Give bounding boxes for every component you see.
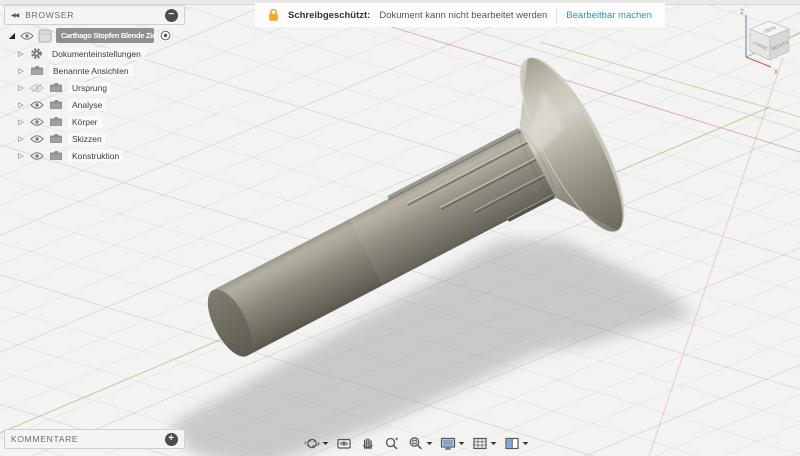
collapse-panel-icon[interactable]: ◀◀ — [11, 12, 19, 19]
look-at-button[interactable] — [334, 434, 355, 453]
x-grid-line — [648, 57, 784, 456]
comments-expand-button[interactable]: + — [165, 432, 178, 446]
expand-arrow-icon[interactable]: ▷ — [17, 50, 25, 58]
expand-arrow-icon[interactable]: ▷ — [17, 135, 25, 143]
readonly-warning-bar: Schreibgeschützt: Dokument kann nicht be… — [255, 3, 665, 27]
folder-icon — [50, 117, 62, 126]
dropdown-caret-icon[interactable] — [522, 442, 529, 445]
zoom-icon — [385, 437, 398, 450]
expand-arrow-icon[interactable]: ▷ — [17, 152, 25, 160]
warning-title: Schreibgeschützt: — [288, 9, 371, 21]
display-settings-button[interactable] — [438, 434, 467, 453]
viewcube-z-label: Z — [740, 10, 744, 16]
dropdown-caret-icon[interactable] — [458, 442, 465, 445]
browser-panel-title: BROWSER — [25, 10, 75, 20]
browser-item-dokumenteinstellungen[interactable]: ▷ Dokumenteinstellungen — [4, 45, 214, 62]
browser-item-root[interactable]: ◢ Carthago Stopfen Blende Zierk... — [4, 26, 214, 45]
folder-icon — [50, 83, 62, 92]
component-cube-icon — [38, 29, 52, 42]
viewports-icon — [505, 437, 519, 450]
eye-icon[interactable] — [30, 151, 44, 161]
warning-message: Dokument kann nicht bearbeitet werden — [379, 9, 548, 21]
viewcube-x-label: X — [774, 70, 778, 76]
grid-snaps-icon — [473, 437, 487, 450]
zoom-button[interactable] — [382, 434, 403, 453]
grid-snaps-button[interactable] — [470, 434, 499, 453]
eye-icon[interactable] — [20, 31, 34, 41]
expand-arrow-icon[interactable]: ▷ — [17, 84, 25, 92]
warning-divider — [556, 7, 558, 23]
viewports-button[interactable] — [502, 434, 531, 453]
browser-item-skizzen[interactable]: ▷ Skizzen — [4, 130, 214, 147]
navigation-toolbar — [302, 434, 531, 453]
expand-arrow-icon[interactable]: ▷ — [17, 118, 25, 126]
look-at-icon — [337, 438, 351, 449]
display-settings-icon — [440, 437, 456, 450]
browser-item-konstruktion[interactable]: ▷ Konstruktion — [4, 147, 214, 164]
dropdown-caret-icon[interactable] — [426, 442, 433, 445]
folder-icon — [50, 151, 62, 160]
named-views-icon — [31, 66, 43, 75]
eye-hidden-icon[interactable] — [30, 83, 44, 93]
folder-icon — [50, 134, 62, 143]
lock-icon — [269, 8, 278, 21]
expand-arrow-icon[interactable]: ▷ — [17, 101, 25, 109]
expand-arrow-icon[interactable]: ◢ — [8, 31, 16, 40]
browser-tree: ◢ Carthago Stopfen Blende Zierk... ▷ Dok… — [4, 26, 214, 164]
eye-icon[interactable] — [30, 117, 44, 127]
activate-radio-icon[interactable] — [158, 28, 173, 43]
browser-minimize-button[interactable]: − — [165, 8, 178, 22]
expand-arrow-icon[interactable]: ▷ — [17, 67, 25, 75]
dropdown-caret-icon[interactable] — [322, 442, 329, 445]
make-editable-link[interactable]: Bearbeitbar machen — [566, 10, 652, 21]
fit-icon — [409, 437, 422, 450]
pan-icon — [363, 438, 373, 450]
comments-panel-title: KOMMENTARE — [11, 434, 79, 444]
browser-panel-header[interactable]: ◀◀ BROWSER − — [4, 5, 185, 25]
browser-item-benannte-ansichten[interactable]: ▷ Benannte Ansichten — [4, 62, 214, 79]
comments-panel-header[interactable]: KOMMENTARE + — [4, 429, 185, 449]
eye-icon[interactable] — [30, 134, 44, 144]
orbit-button[interactable] — [302, 434, 331, 453]
viewcube[interactable]: Z X OBEN VORNE RECHTS — [740, 10, 800, 76]
gear-icon — [31, 48, 42, 59]
pan-button[interactable] — [358, 434, 379, 453]
dropdown-caret-icon[interactable] — [490, 442, 497, 445]
folder-icon — [50, 100, 62, 109]
browser-item-ursprung[interactable]: ▷ Ursprung — [4, 79, 214, 96]
fit-button[interactable] — [406, 434, 435, 453]
eye-icon[interactable] — [30, 100, 44, 110]
orbit-icon — [304, 438, 320, 449]
browser-item-analyse[interactable]: ▷ Analyse — [4, 96, 214, 113]
root-component-label: Carthago Stopfen Blende Zierk... — [56, 28, 154, 43]
browser-item-koerper[interactable]: ▷ Körper — [4, 113, 214, 130]
